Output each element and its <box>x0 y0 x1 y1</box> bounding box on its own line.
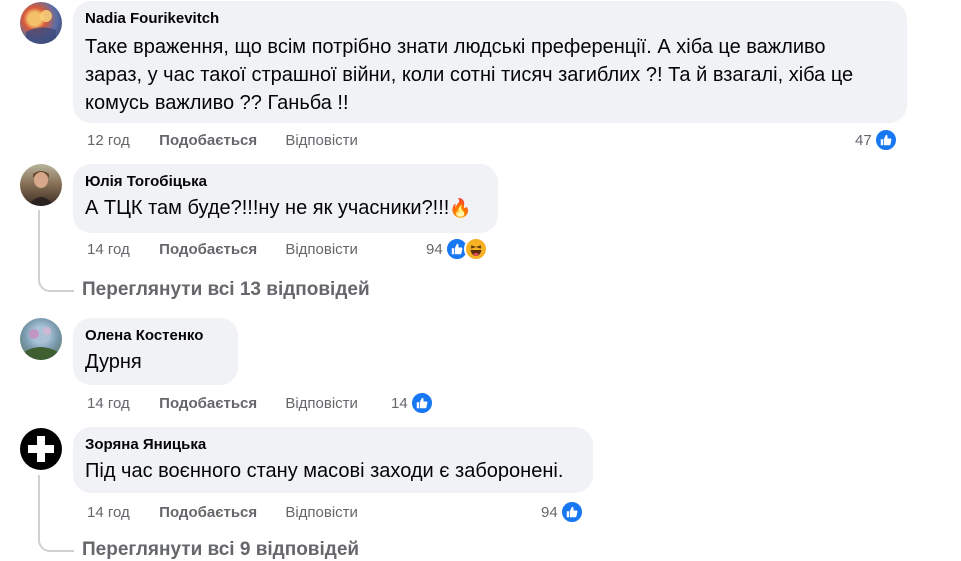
reaction-summary[interactable]: 14 <box>391 391 434 415</box>
comment-author[interactable]: Юлія Тогобіцька <box>85 172 486 192</box>
like-button[interactable]: Подобається <box>159 503 257 523</box>
reply-button[interactable]: Відповісти <box>285 131 358 151</box>
comment-author[interactable]: Олена Костенко <box>85 326 226 346</box>
comment-bubble: Юлія Тогобіцька А ТЦК там буде?!!!ну не … <box>73 164 498 233</box>
like-icon <box>873 128 898 152</box>
comment-timestamp[interactable]: 14 год <box>87 394 155 414</box>
avatar[interactable] <box>20 164 62 206</box>
comment-actions: 14 год Подобається Відповісти <box>87 503 358 523</box>
reaction-summary[interactable]: 47 <box>855 128 898 152</box>
comment-author[interactable]: Зоряна Яницька <box>85 435 581 455</box>
reply-button[interactable]: Відповісти <box>285 394 358 414</box>
like-icon <box>409 391 434 415</box>
comment-actions: 14 год Подобається Відповісти <box>87 394 358 414</box>
reaction-count: 47 <box>855 131 872 149</box>
comment-text: Дурня <box>85 351 142 373</box>
avatar-photo-icon <box>24 327 58 360</box>
thread-connector <box>38 475 74 552</box>
haha-icon <box>463 237 488 261</box>
like-button[interactable]: Подобається <box>159 131 257 151</box>
comment-bubble: Олена Костенко Дурня <box>73 318 238 385</box>
reaction-count: 14 <box>391 394 408 412</box>
reply-button[interactable]: Відповісти <box>285 503 358 523</box>
comment-text-row: А ТЦК там буде?!!!ну не як учасники?!!!🔥 <box>85 194 486 222</box>
like-icon <box>559 500 584 524</box>
cross-icon <box>28 436 54 462</box>
like-button[interactable]: Подобається <box>159 394 257 414</box>
avatar[interactable] <box>20 428 62 470</box>
reaction-count: 94 <box>541 503 558 521</box>
comment-text-line: комусь важливо ?? Ганьба !! <box>85 92 349 114</box>
reaction-summary[interactable]: 94 <box>426 237 488 261</box>
comment-text-line: зараз, у час такої страшної війни, коли … <box>85 64 854 86</box>
comment-text: Під час воєнного стану масові заходи є з… <box>85 460 564 482</box>
comment-text-line: Таке враження, що всім потрібно знати лю… <box>85 36 826 58</box>
reaction-count: 94 <box>426 240 443 258</box>
comment-bubble: Nadia Fourikevitch Таке враження, що всі… <box>73 1 907 123</box>
comment-text: А ТЦК там буде?!!!ну не як учасники?!!! <box>85 197 450 219</box>
comment-timestamp[interactable]: 14 год <box>87 503 155 523</box>
thread-connector <box>38 210 74 292</box>
avatar[interactable] <box>20 2 62 44</box>
reaction-summary[interactable]: 94 <box>541 500 584 524</box>
reply-button[interactable]: Відповісти <box>285 240 358 260</box>
comment-author[interactable]: Nadia Fourikevitch <box>85 9 895 29</box>
comment-bubble: Зоряна Яницька Під час воєнного стану ма… <box>73 427 593 493</box>
avatar-photo-icon <box>26 10 56 44</box>
view-replies-link[interactable]: Переглянути всі 13 відповідей <box>82 279 370 301</box>
comment-actions: 12 год Подобається Відповісти <box>87 131 358 151</box>
comment-timestamp[interactable]: 14 год <box>87 240 155 260</box>
view-replies-link[interactable]: Переглянути всі 9 відповідей <box>82 539 359 561</box>
avatar[interactable] <box>20 318 62 360</box>
like-button[interactable]: Подобається <box>159 240 257 260</box>
comment-timestamp[interactable]: 12 год <box>87 131 155 151</box>
comment-actions: 14 год Подобається Відповісти <box>87 240 358 260</box>
fire-emoji-icon: 🔥 <box>449 198 472 218</box>
avatar-photo-icon <box>28 171 54 206</box>
